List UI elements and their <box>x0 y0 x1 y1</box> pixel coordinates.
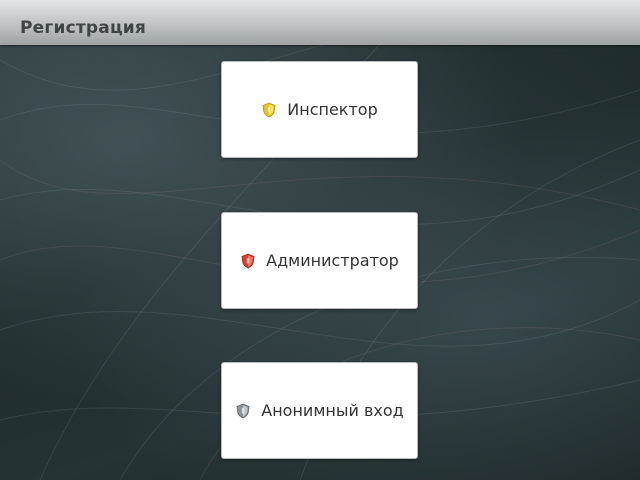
administrator-label: Администратор <box>266 251 399 270</box>
title-bar: Регистрация <box>0 0 640 45</box>
shield-red-icon <box>241 253 255 268</box>
inspector-login-button[interactable]: Инспектор <box>221 61 418 158</box>
inspector-label: Инспектор <box>287 100 378 119</box>
shield-yellow-icon <box>262 102 276 117</box>
administrator-login-button[interactable]: Администратор <box>221 212 418 309</box>
shield-gray-icon <box>236 403 250 418</box>
anonymous-login-button[interactable]: Анонимный вход <box>221 362 418 459</box>
page-title: Регистрация <box>20 18 146 38</box>
anonymous-label: Анонимный вход <box>261 401 404 420</box>
